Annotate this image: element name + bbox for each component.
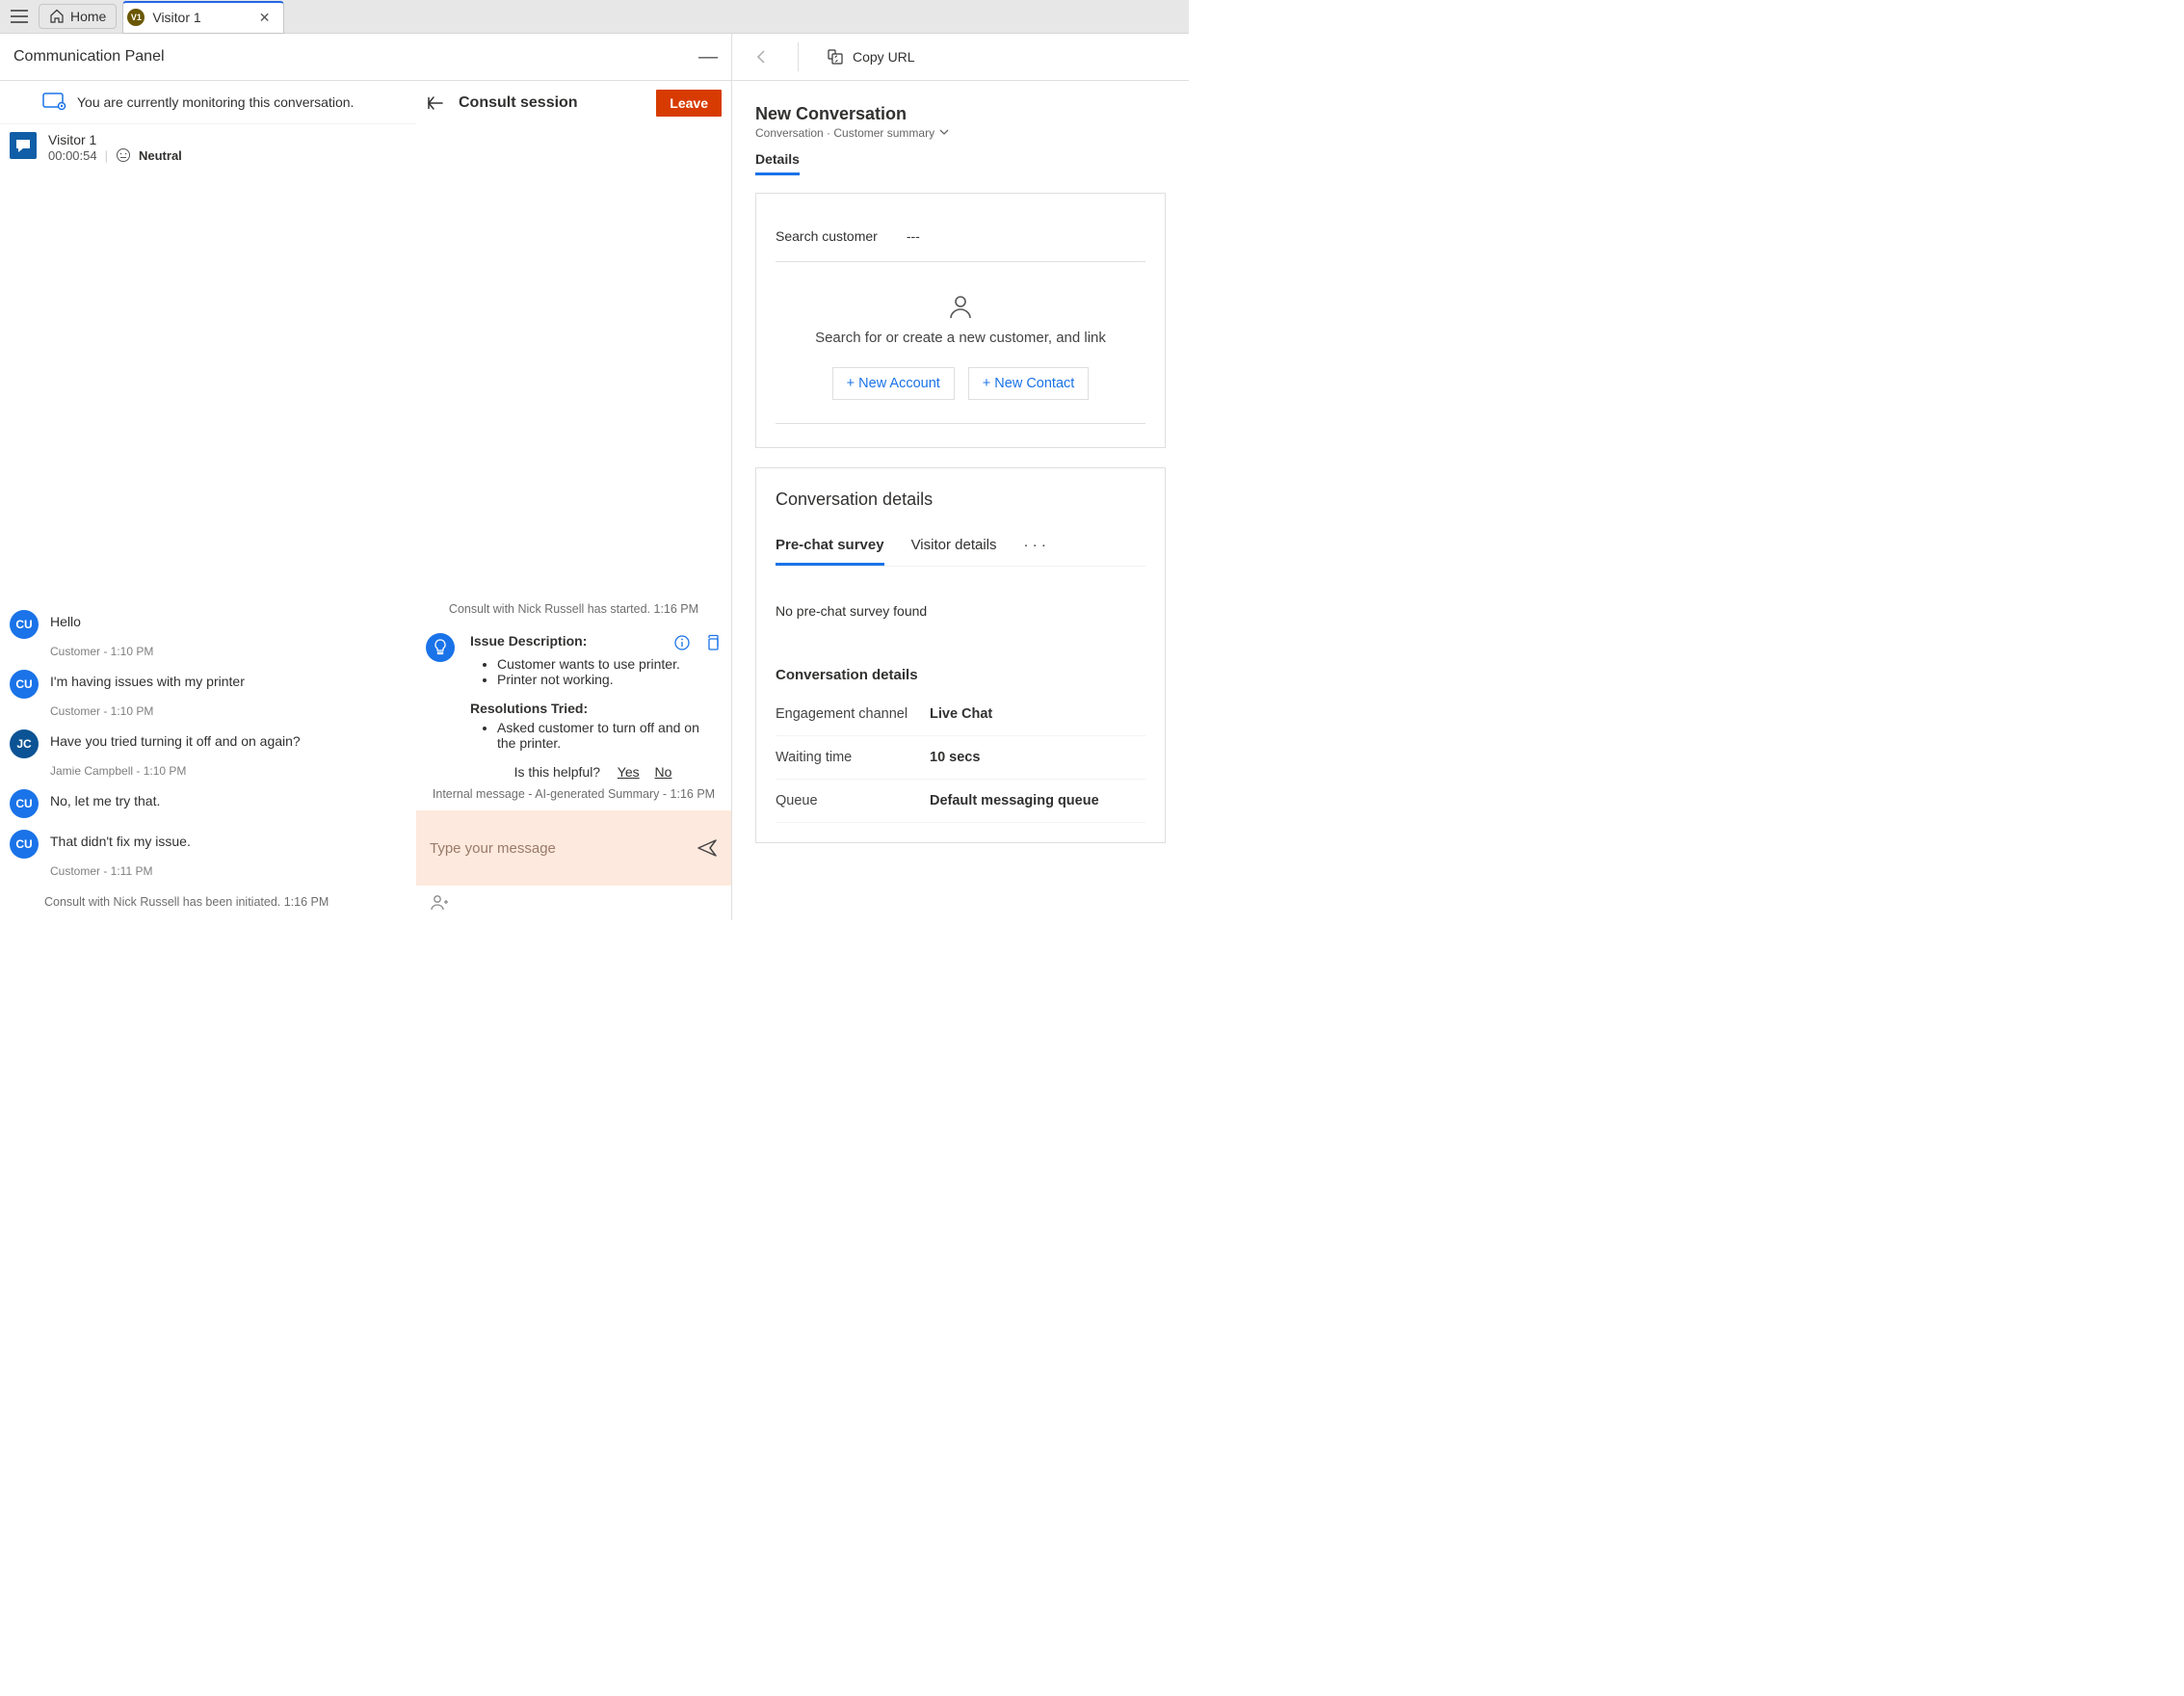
home-icon (49, 9, 65, 24)
list-item: Printer not working. (497, 672, 722, 687)
chevron-down-icon (939, 127, 949, 137)
consult-system-message: Consult with Nick Russell has started. 1… (426, 602, 722, 616)
avatar: JC (10, 729, 39, 758)
close-icon[interactable]: ✕ (255, 10, 275, 26)
message-input[interactable] (430, 840, 683, 857)
new-contact-button[interactable]: + New Contact (968, 367, 1090, 400)
copy-url-button[interactable]: Copy URL (826, 47, 915, 66)
message-meta: Customer - 1:11 PM (50, 864, 407, 878)
message-text: Hello (50, 610, 81, 639)
message-text: That didn't fix my issue. (50, 830, 191, 859)
new-account-button[interactable]: + New Account (832, 367, 955, 400)
compose-box[interactable] (416, 810, 731, 886)
chat-message: CU No, let me try that. (10, 789, 407, 818)
avatar: CU (10, 610, 39, 639)
hamburger-icon (11, 10, 28, 23)
add-person-icon[interactable] (430, 893, 449, 913)
kv-key: Queue (776, 793, 930, 808)
helpful-yes[interactable]: Yes (618, 764, 640, 780)
conversation-details-title: Conversation details (776, 490, 1145, 510)
chat-message: CU Hello (10, 610, 407, 639)
copy-url-icon (826, 47, 845, 66)
copy-icon[interactable] (704, 634, 722, 651)
list-item: Customer wants to use printer. (497, 656, 722, 672)
internal-message-meta: Internal message - AI-generated Summary … (426, 787, 722, 801)
kv-key: Waiting time (776, 750, 930, 765)
send-icon[interactable] (697, 837, 718, 859)
helper-text: Search for or create a new customer, and… (776, 330, 1145, 346)
kv-value: Live Chat (930, 706, 992, 722)
message-text: Have you tried turning it off and on aga… (50, 729, 301, 758)
issue-heading: Issue Description: (470, 633, 587, 649)
message-meta: Customer - 1:10 PM (50, 704, 407, 718)
monitoring-banner: You are currently monitoring this conver… (0, 81, 416, 124)
customer-details-card: Search customer --- Search for or create… (755, 193, 1166, 448)
kv-row: Waiting time10 secs (776, 736, 1145, 780)
message-text: No, let me try that. (50, 789, 160, 818)
avatar: CU (10, 830, 39, 859)
tab-overflow[interactable]: · · · (1024, 537, 1046, 553)
avatar: CU (10, 670, 39, 699)
tab-badge: V1 (127, 9, 145, 26)
home-tab[interactable]: Home (39, 4, 117, 29)
chat-session-icon (10, 132, 37, 159)
search-customer-label: Search customer (776, 228, 878, 244)
session-info: Visitor 1 00:00:54 | Neutral (0, 124, 416, 171)
info-icon[interactable] (673, 634, 691, 651)
message-meta: Jamie Campbell - 1:10 PM (50, 764, 407, 778)
no-survey-text: No pre-chat survey found (776, 603, 1145, 619)
helpful-question: Is this helpful? (514, 764, 601, 780)
chat-message: CU I'm having issues with my printer (10, 670, 407, 699)
sentiment-label: Neutral (139, 148, 182, 163)
collapse-panel-button[interactable]: — (698, 46, 718, 68)
sentiment-icon (116, 147, 131, 163)
chat-transcript[interactable]: CU Hello Customer - 1:10 PM CU I'm having is… (0, 171, 416, 920)
lightbulb-icon (426, 633, 455, 662)
ai-summary-card: Issue Description: Customer wants to use… (470, 633, 722, 783)
conversation-details-card: Conversation details Pre-chat survey Vis… (755, 467, 1166, 843)
person-icon (947, 293, 974, 320)
chat-message: JC Have you tried turning it off and on a… (10, 729, 407, 758)
home-label: Home (70, 9, 106, 24)
tab-prechat-survey[interactable]: Pre-chat survey (776, 537, 884, 566)
communication-panel-title: Communication Panel (13, 48, 165, 66)
entity-title: New Conversation (755, 104, 1166, 124)
tab-details[interactable]: Details (755, 151, 800, 175)
kv-row: Engagement channelLive Chat (776, 693, 1145, 736)
resolutions-heading: Resolutions Tried: (470, 701, 722, 716)
hamburger-menu[interactable] (0, 10, 39, 23)
list-item: Asked customer to turn off and on the pr… (497, 720, 722, 751)
conv-details-section-heading: Conversation details (776, 667, 1145, 683)
message-text: I'm having issues with my printer (50, 670, 245, 699)
system-message: Consult with Nick Russell has been initi… (44, 895, 407, 909)
session-tab[interactable]: V1 Visitor 1 ✕ (122, 1, 284, 34)
monitor-icon (42, 93, 67, 112)
top-bar: Home V1 Visitor 1 ✕ (0, 0, 1189, 34)
consult-title: Consult session (459, 94, 578, 112)
back-button[interactable] (753, 48, 771, 66)
copy-url-label: Copy URL (853, 49, 915, 65)
tab-label: Visitor 1 (152, 10, 200, 25)
helpful-no[interactable]: No (655, 764, 672, 780)
chat-message: CU That didn't fix my issue. (10, 830, 407, 859)
back-arrow-icon[interactable] (426, 93, 445, 113)
tab-visitor-details[interactable]: Visitor details (911, 537, 997, 553)
kv-key: Engagement channel (776, 706, 930, 722)
leave-button[interactable]: Leave (656, 90, 722, 117)
entity-breadcrumb[interactable]: Conversation · Customer summary (755, 126, 1166, 140)
avatar: CU (10, 789, 39, 818)
kv-value: 10 secs (930, 750, 980, 765)
message-meta: Customer - 1:10 PM (50, 645, 407, 658)
session-timer: 00:00:54 (48, 148, 97, 163)
monitoring-text: You are currently monitoring this conver… (77, 94, 354, 110)
session-name: Visitor 1 (48, 132, 182, 147)
search-customer-value[interactable]: --- (907, 228, 920, 244)
kv-row: QueueDefault messaging queue (776, 780, 1145, 823)
kv-value: Default messaging queue (930, 793, 1099, 808)
